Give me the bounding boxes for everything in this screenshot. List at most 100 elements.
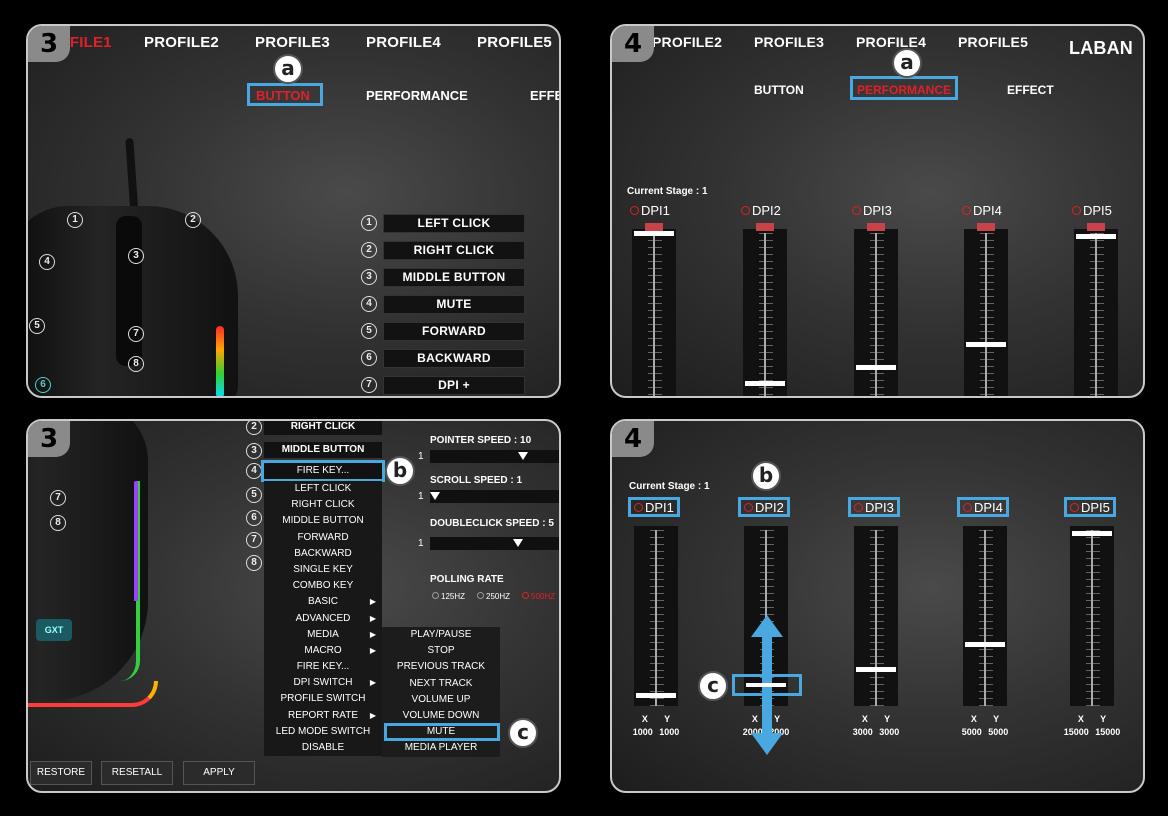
- doubleclick-speed-thumb[interactable]: [513, 539, 523, 547]
- media-menu-item[interactable]: PREVIOUS TRACK: [382, 659, 500, 675]
- pointer-speed-thumb[interactable]: [518, 452, 528, 460]
- tab-profile4[interactable]: PROFILE4: [856, 34, 926, 50]
- tab-profile4[interactable]: PROFILE4: [366, 34, 441, 51]
- slider-thumb[interactable]: [856, 365, 896, 370]
- slider-rail: [1091, 530, 1093, 706]
- subtab-effect[interactable]: EFFE: [530, 88, 559, 103]
- dpi-slider-5[interactable]: [1074, 223, 1118, 396]
- media-menu-item[interactable]: MEDIA PLAYER: [382, 740, 500, 756]
- slider-thumb[interactable]: [745, 381, 785, 386]
- scroll-speed-thumb[interactable]: [430, 492, 440, 500]
- menu-item[interactable]: MIDDLE BUTTON: [264, 513, 382, 529]
- menu-item[interactable]: BASIC ▶: [264, 594, 382, 610]
- language-label[interactable]: LABAN: [1069, 38, 1133, 59]
- dpi-label-2[interactable]: DPI2: [741, 203, 781, 218]
- menu-item[interactable]: REPORT RATE ▶: [264, 708, 382, 724]
- polling-125hz-option[interactable]: 125HZ: [432, 592, 465, 601]
- media-menu-item[interactable]: STOP: [382, 643, 500, 659]
- list-number: 8: [246, 555, 262, 571]
- dpi-label-3[interactable]: DPI3: [852, 203, 892, 218]
- menu-item[interactable]: COMBO KEY: [264, 578, 382, 594]
- menu-item[interactable]: DISABLE: [264, 740, 382, 756]
- button-row-label[interactable]: DPI +: [383, 376, 525, 395]
- tab-profile5[interactable]: PROFILE5: [958, 34, 1028, 50]
- button-row-right-click[interactable]: RIGHT CLICK: [264, 421, 382, 435]
- button-row-label[interactable]: RIGHT CLICK: [383, 241, 525, 260]
- media-menu-item[interactable]: PLAY/PAUSE: [382, 627, 500, 643]
- button-row-number: 6: [361, 350, 377, 366]
- slider-thumb[interactable]: [1072, 531, 1112, 536]
- dpi-slider-3[interactable]: [854, 223, 898, 396]
- subtab-performance[interactable]: PERFORMANCE: [366, 88, 468, 103]
- menu-item[interactable]: ADVANCED ▶: [264, 611, 382, 627]
- polling-250hz-option[interactable]: 250HZ: [477, 592, 510, 601]
- dpi-label-1[interactable]: DPI1: [630, 203, 670, 218]
- apply-button[interactable]: APPLY: [183, 761, 255, 785]
- menu-item[interactable]: DPI SWITCH ▶: [264, 675, 382, 691]
- slider-thumb[interactable]: [636, 693, 676, 698]
- button-row-label[interactable]: MIDDLE BUTTON: [383, 268, 525, 287]
- menu-item[interactable]: FORWARD: [264, 530, 382, 546]
- dpi-slider-1[interactable]: [634, 526, 678, 706]
- slider-thumb[interactable]: [634, 231, 674, 236]
- resetall-button[interactable]: RESETALL: [101, 761, 173, 785]
- dpi-slider-4[interactable]: [964, 223, 1008, 396]
- menu-item[interactable]: RIGHT CLICK: [264, 497, 382, 513]
- menu-item[interactable]: MACRO ▶: [264, 643, 382, 659]
- axis-labels: X Y: [955, 713, 1015, 726]
- dpi-label-text: DPI4: [974, 500, 1003, 515]
- button-row-label[interactable]: MUTE: [383, 295, 525, 314]
- button-row-middle-button[interactable]: MIDDLE BUTTON: [264, 442, 382, 458]
- panel-performance-tab: 4 PROFILE2 PROFILE3 PROFILE4 PROFILE5 LA…: [610, 24, 1145, 398]
- media-menu-item[interactable]: NEXT TRACK: [382, 676, 500, 692]
- button-row-label[interactable]: BACKWARD: [383, 349, 525, 368]
- doubleclick-speed-slider[interactable]: [430, 537, 559, 550]
- dpi-label-5[interactable]: DPI5: [1072, 203, 1112, 218]
- tab-profile3[interactable]: PROFILE3: [255, 34, 330, 51]
- menu-item[interactable]: MEDIA ▶: [264, 627, 382, 643]
- scroll-speed-slider[interactable]: [430, 490, 559, 503]
- subtab-performance[interactable]: PERFORMANCE: [857, 83, 951, 97]
- menu-item[interactable]: BACKWARD: [264, 546, 382, 562]
- tab-profile5[interactable]: PROFILE5: [477, 34, 552, 51]
- button-row-label[interactable]: FORWARD: [383, 322, 525, 341]
- dpi-label-2[interactable]: DPI2: [738, 497, 790, 517]
- subtab-button[interactable]: BUTTON: [754, 83, 804, 97]
- menu-item[interactable]: PROFILE SWITCH: [264, 691, 382, 707]
- dpi-label-3[interactable]: DPI3: [848, 497, 900, 517]
- slider-thumb[interactable]: [965, 642, 1005, 647]
- dpi-slider-2[interactable]: [743, 223, 787, 396]
- dpi-label-1[interactable]: DPI1: [628, 497, 680, 517]
- tab-profile2[interactable]: PROFILE2: [652, 34, 722, 50]
- slider-thumb[interactable]: [856, 667, 896, 672]
- slider-thumb[interactable]: [1076, 234, 1116, 239]
- media-menu-item[interactable]: VOLUME UP: [382, 692, 500, 708]
- dpi-slider-4[interactable]: [963, 526, 1007, 706]
- button-row-label[interactable]: LEFT CLICK: [383, 214, 525, 233]
- submenu-arrow-icon: ▶: [369, 597, 376, 607]
- menu-item[interactable]: LED MODE SWITCH: [264, 724, 382, 740]
- dpi-label-4[interactable]: DPI4: [962, 203, 1002, 218]
- media-menu-item[interactable]: VOLUME DOWN: [382, 708, 500, 724]
- menu-item-label: PLAY/PAUSE: [410, 629, 472, 640]
- subtab-button[interactable]: BUTTON: [256, 88, 310, 103]
- dpi-label-text: DPI5: [1081, 500, 1110, 515]
- slider-thumb[interactable]: [966, 342, 1006, 347]
- dpi-label-4[interactable]: DPI4: [957, 497, 1009, 517]
- dpi-slider-3[interactable]: [854, 526, 898, 706]
- menu-item[interactable]: SINGLE KEY: [264, 562, 382, 578]
- tab-profile3[interactable]: PROFILE3: [754, 34, 824, 50]
- axis-labels: X Y: [1062, 713, 1122, 726]
- dpi2-thumb-active[interactable]: [746, 683, 786, 687]
- dpi-slider-1[interactable]: [632, 223, 676, 396]
- menu-item[interactable]: LEFT CLICK: [264, 481, 382, 497]
- polling-500hz-option[interactable]: 500HZ: [522, 592, 555, 601]
- dpi-label-5[interactable]: DPI5: [1064, 497, 1116, 517]
- subtab-effect[interactable]: EFFECT: [1007, 83, 1054, 97]
- menu-item[interactable]: FIRE KEY...: [264, 659, 382, 675]
- restore-button[interactable]: RESTORE: [30, 761, 92, 785]
- dpi-slider-5[interactable]: [1070, 526, 1114, 706]
- list-number: 5: [246, 487, 262, 503]
- pointer-speed-slider[interactable]: [430, 450, 559, 463]
- tab-profile2[interactable]: PROFILE2: [144, 34, 219, 51]
